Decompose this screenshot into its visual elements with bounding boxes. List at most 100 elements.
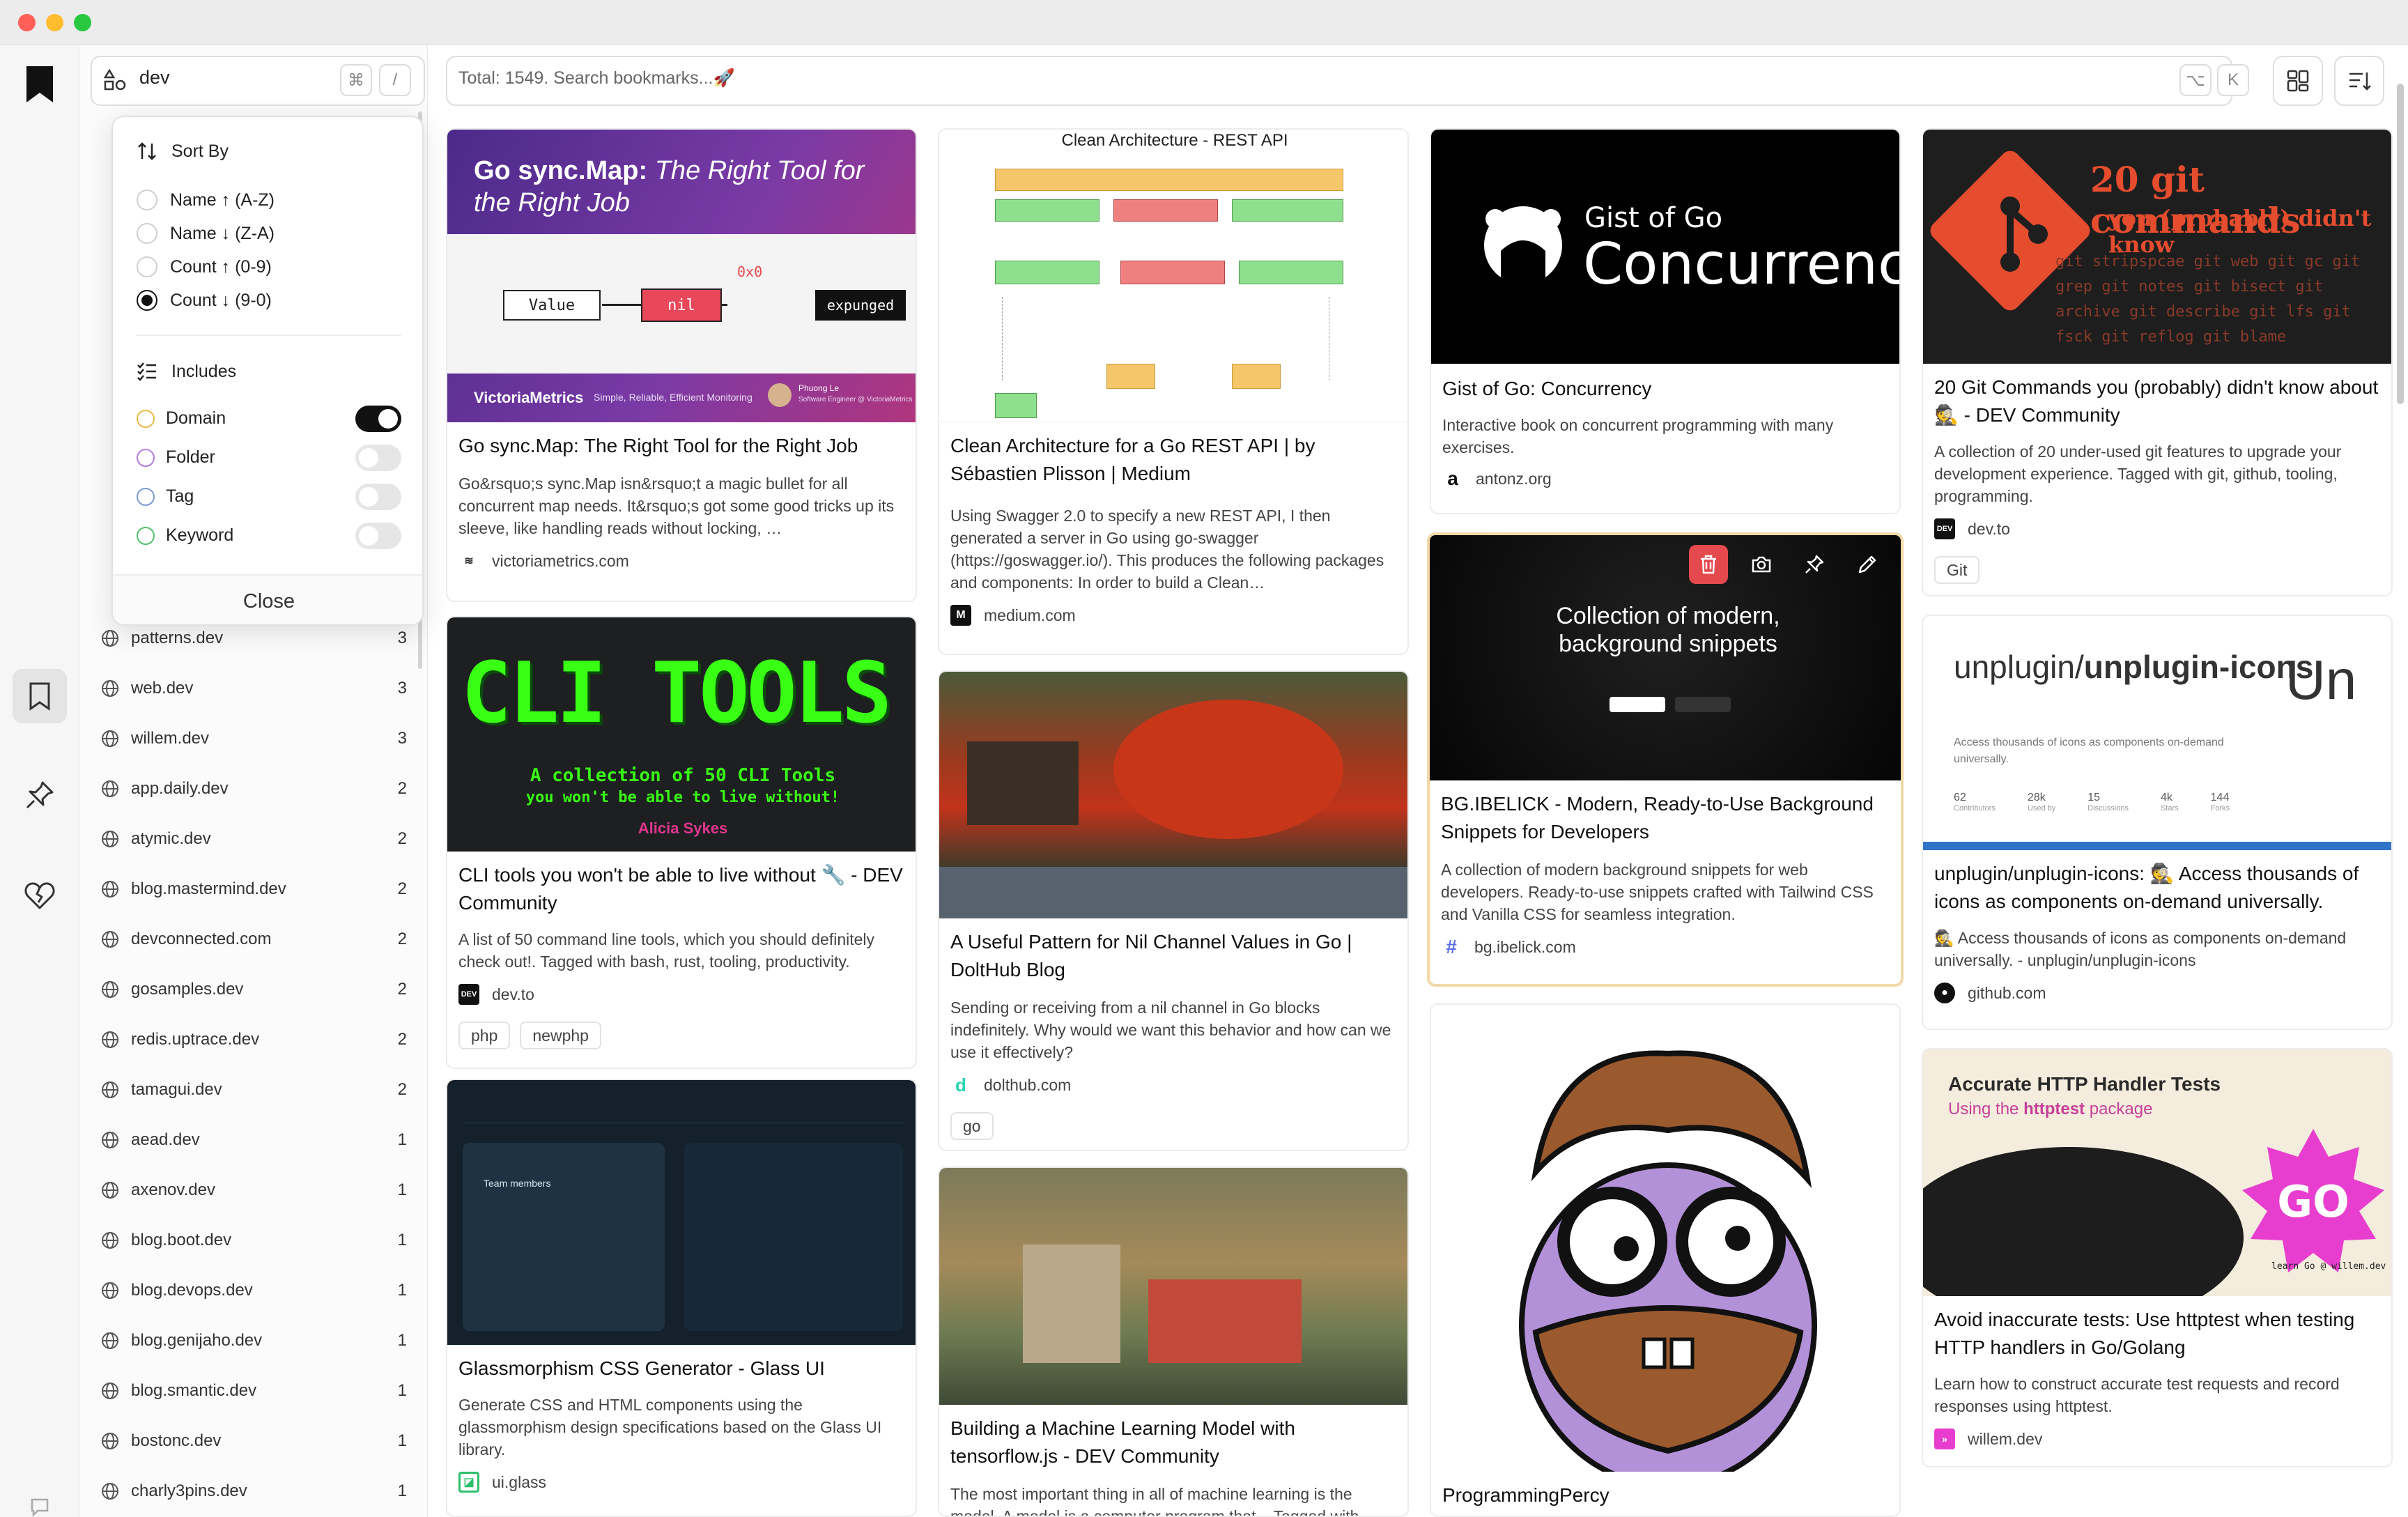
domain-row[interactable]: blog.mastermind.dev 2 bbox=[91, 864, 418, 914]
card-title[interactable]: 20 Git Commands you (probably) didn't kn… bbox=[1934, 374, 2380, 429]
include-keyword-row[interactable]: Keyword bbox=[137, 522, 401, 549]
folder-toggle[interactable] bbox=[355, 444, 401, 471]
bookmark-card-selected[interactable]: Collection of modern, background snippet… bbox=[1427, 532, 1904, 987]
zoom-window-button[interactable] bbox=[74, 14, 91, 31]
bookmark-card[interactable]: Go sync.Map: The Right Tool for the Righ… bbox=[446, 128, 917, 602]
thumbnail-author: Phuong Le bbox=[798, 383, 840, 393]
radio-button[interactable] bbox=[137, 223, 157, 244]
bookmarks-nav-icon[interactable] bbox=[13, 669, 67, 723]
domain-row[interactable]: redis.uptrace.dev 2 bbox=[91, 1015, 418, 1065]
diagram-panel: Value 0x0 nil expunged bbox=[447, 234, 916, 374]
domain-row[interactable]: bostonc.dev 1 bbox=[91, 1416, 418, 1466]
domain-row[interactable]: willem.dev 3 bbox=[91, 714, 418, 764]
card-title[interactable]: Go sync.Map: The Right Tool for the Righ… bbox=[458, 432, 904, 460]
card-title[interactable]: BG.IBELICK - Modern, Ready-to-Use Backgr… bbox=[1441, 790, 1890, 846]
building-shape bbox=[1023, 1245, 1120, 1363]
bookmark-card[interactable]: Gist of Go Concurrency Gist of Go: Concu… bbox=[1430, 128, 1901, 514]
card-title[interactable]: Clean Architecture for a Go REST API | b… bbox=[950, 432, 1396, 488]
card-site[interactable]: DEV dev.to bbox=[458, 984, 534, 1005]
tag-chip[interactable]: Git bbox=[1934, 556, 1980, 584]
sort-menu-button[interactable] bbox=[2334, 56, 2384, 106]
broken-heart-icon[interactable] bbox=[13, 868, 67, 923]
card-thumbnail bbox=[939, 672, 1407, 918]
domain-search-value: dev bbox=[139, 67, 170, 88]
tag-chip[interactable]: php bbox=[458, 1022, 511, 1049]
bookmark-card[interactable]: Building a Machine Learning Model with t… bbox=[938, 1166, 1409, 1517]
domain-row[interactable]: axenov.dev 1 bbox=[91, 1165, 418, 1215]
thumbnail-subtitle-tail: package bbox=[2085, 1100, 2153, 1118]
globe-icon bbox=[102, 981, 118, 998]
domain-row[interactable]: atymic.dev 2 bbox=[91, 814, 418, 864]
bookmark-card[interactable]: A Useful Pattern for Nil Channel Values … bbox=[938, 670, 1409, 1151]
radio-button[interactable] bbox=[137, 256, 157, 277]
pin-bookmark-button[interactable] bbox=[1795, 545, 1834, 584]
bookmark-card[interactable]: unplugin/unplugin-icons Un Access thousa… bbox=[1922, 615, 2393, 1030]
card-title[interactable]: A Useful Pattern for Nil Channel Values … bbox=[950, 928, 1396, 984]
tag-chip[interactable]: newphp bbox=[520, 1022, 601, 1049]
edit-bookmark-button[interactable] bbox=[1848, 545, 1887, 584]
layout-toggle-button[interactable] bbox=[2273, 56, 2323, 106]
bookmark-card[interactable]: Clean Architecture - REST API Clean Arch… bbox=[938, 128, 1409, 655]
card-site[interactable]: Mmedium.com bbox=[950, 605, 1076, 626]
domain-row[interactable]: app.daily.dev 2 bbox=[91, 764, 418, 814]
domain-row[interactable]: blog.devops.dev 1 bbox=[91, 1265, 418, 1316]
pin-nav-icon[interactable] bbox=[13, 768, 67, 822]
include-folder-row[interactable]: Folder bbox=[137, 444, 401, 471]
card-site[interactable]: » willem.dev bbox=[1934, 1429, 2042, 1449]
card-title[interactable]: ProgrammingPercy bbox=[1442, 1481, 1888, 1509]
close-window-button[interactable] bbox=[18, 14, 36, 31]
domain-row[interactable]: devconnected.com 2 bbox=[91, 914, 418, 964]
domain-row[interactable]: blog.genijaho.dev 1 bbox=[91, 1316, 418, 1366]
diagram-handler-node bbox=[995, 261, 1099, 284]
domain-row[interactable]: tamagui.dev 2 bbox=[91, 1065, 418, 1115]
app-logo-bookmark-icon[interactable] bbox=[13, 57, 67, 111]
main-scrollbar[interactable] bbox=[2397, 84, 2404, 404]
card-site[interactable]: d dolthub.com bbox=[950, 1075, 1071, 1095]
bookmark-card[interactable]: 20 git commands you (probably) didn't kn… bbox=[1922, 128, 2393, 596]
tag-chip[interactable]: go bbox=[950, 1112, 994, 1140]
domain-row[interactable]: web.dev 3 bbox=[91, 663, 418, 714]
feedback-icon[interactable] bbox=[13, 1480, 67, 1517]
delete-bookmark-button[interactable] bbox=[1689, 545, 1728, 584]
card-site[interactable]: # bg.ibelick.com bbox=[1441, 936, 1576, 957]
domain-count: 1 bbox=[397, 1431, 407, 1450]
card-site[interactable]: ● github.com bbox=[1934, 983, 2046, 1003]
domain-row[interactable]: blog.boot.dev 1 bbox=[91, 1215, 418, 1265]
domain-row[interactable]: charly3pins.dev 1 bbox=[91, 1466, 418, 1516]
sort-option-name-desc[interactable]: Name ↓ (Z-A) bbox=[137, 223, 275, 244]
domain-name: bostonc.dev bbox=[131, 1431, 222, 1450]
bookmark-card[interactable]: Team members Glassmorphism CSS Generator… bbox=[446, 1079, 917, 1517]
domain-row[interactable]: aead.dev 1 bbox=[91, 1115, 418, 1165]
card-title[interactable]: unplugin/unplugin-icons: 🕵 Access thousa… bbox=[1934, 860, 2380, 916]
domain-toggle[interactable] bbox=[355, 405, 401, 432]
card-site[interactable]: DEV dev.to bbox=[1934, 518, 2010, 539]
bookmark-card[interactable]: ProgrammingPercy bbox=[1430, 1003, 1901, 1517]
card-site[interactable]: a antonz.org bbox=[1442, 468, 1552, 489]
sort-option-name-asc[interactable]: Name ↑ (A-Z) bbox=[137, 190, 275, 210]
sort-option-count-desc[interactable]: Count ↓ (9-0) bbox=[137, 290, 272, 311]
card-title[interactable]: Avoid inaccurate tests: Use httptest whe… bbox=[1934, 1306, 2380, 1362]
sort-option-count-asc[interactable]: Count ↑ (0-9) bbox=[137, 256, 272, 277]
include-tag-row[interactable]: Tag bbox=[137, 483, 401, 510]
screenshot-button[interactable] bbox=[1742, 545, 1781, 584]
diagram-store-node bbox=[1239, 261, 1343, 284]
radio-button-selected[interactable] bbox=[137, 290, 157, 311]
keyword-toggle[interactable] bbox=[355, 522, 401, 549]
include-domain-row[interactable]: Domain bbox=[137, 405, 401, 432]
card-site[interactable]: ≋ victoriametrics.com bbox=[458, 550, 629, 571]
tag-toggle[interactable] bbox=[355, 483, 401, 510]
minimize-window-button[interactable] bbox=[46, 14, 63, 31]
card-title[interactable]: Glassmorphism CSS Generator - Glass UI bbox=[458, 1355, 904, 1383]
card-title[interactable]: Building a Machine Learning Model with t… bbox=[950, 1415, 1396, 1470]
card-title[interactable]: Gist of Go: Concurrency bbox=[1442, 375, 1888, 403]
card-title[interactable]: CLI tools you won't be able to live with… bbox=[458, 861, 904, 917]
card-site[interactable]: ◪ ui.glass bbox=[458, 1472, 546, 1493]
radio-button[interactable] bbox=[137, 190, 157, 210]
domain-row[interactable]: gosamples.dev 2 bbox=[91, 964, 418, 1015]
filter-shapes-icon[interactable] bbox=[103, 68, 127, 92]
bookmark-card[interactable]: CLI TOOLS A collection of 50 CLI Tools y… bbox=[446, 616, 917, 1069]
bookmark-card[interactable]: Accurate HTTP Handler Tests Using the ht… bbox=[1922, 1048, 2393, 1468]
domain-row[interactable]: blog.smantic.dev 1 bbox=[91, 1366, 418, 1416]
card-description: Interactive book on concurrent programmi… bbox=[1442, 416, 1834, 456]
close-button[interactable]: Close bbox=[113, 574, 422, 624]
